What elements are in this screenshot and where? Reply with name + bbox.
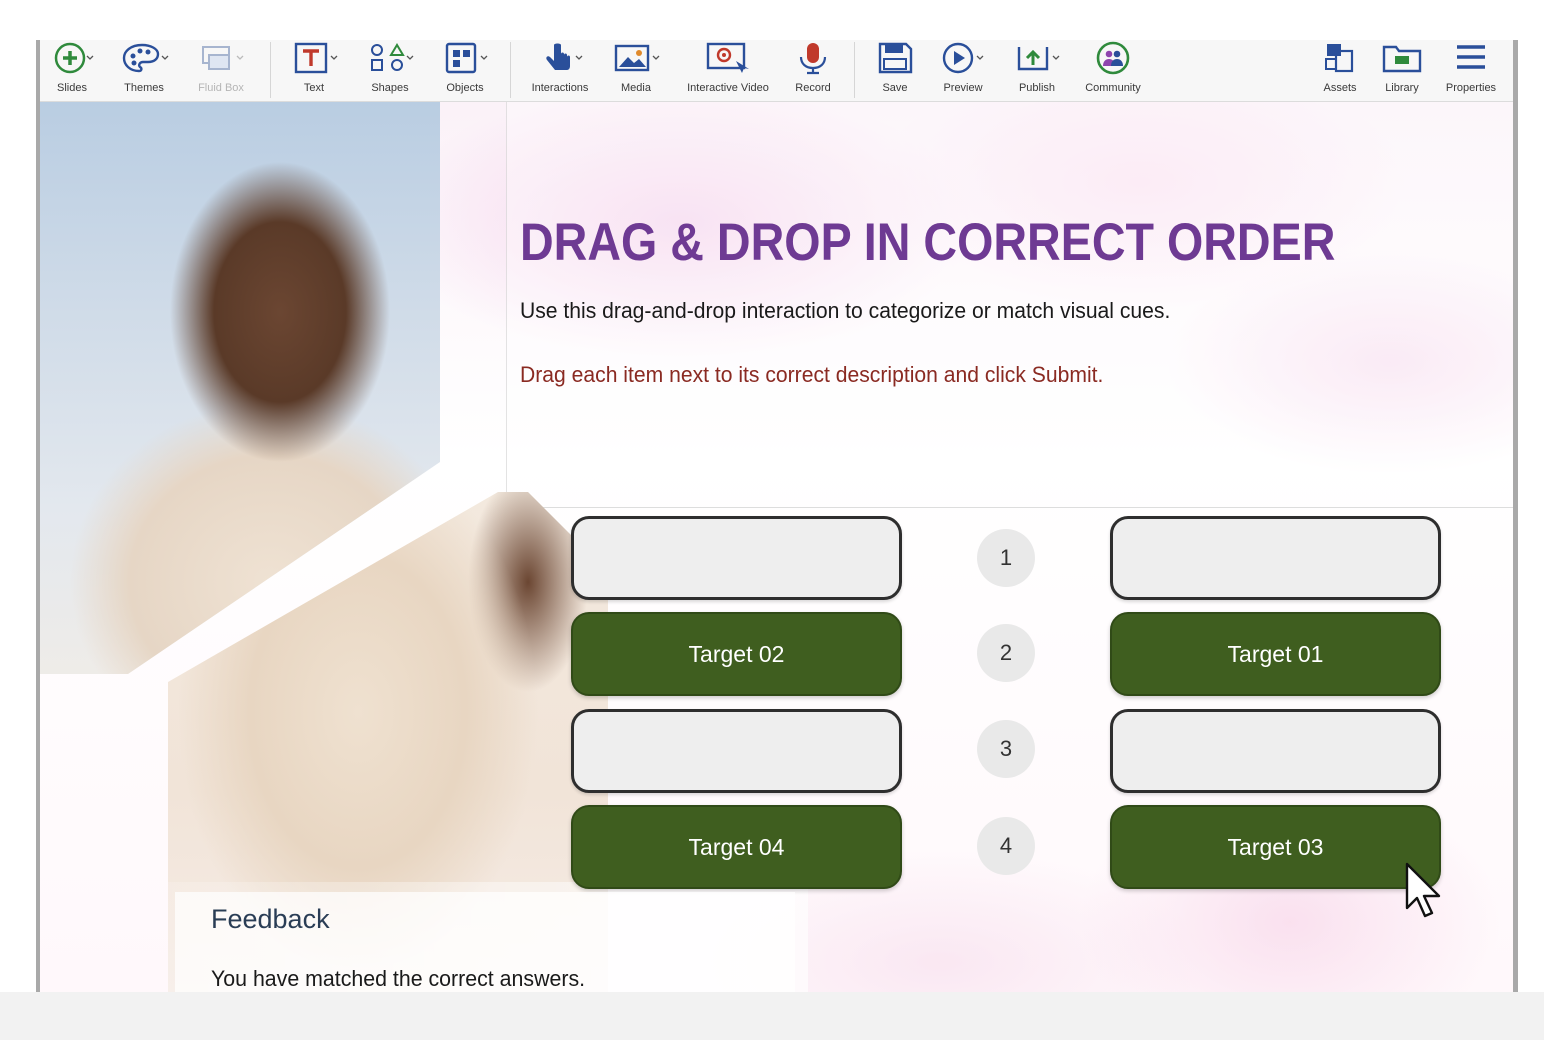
media-button[interactable]: Media (606, 40, 666, 102)
properties-label: Properties (1445, 82, 1497, 94)
order-number-1: 1 (977, 529, 1035, 587)
slide-subtitle: Use this drag-and-drop interaction to ca… (520, 298, 1171, 323)
hand-pointer-icon (534, 40, 586, 76)
community-button[interactable]: Community (1076, 40, 1150, 102)
publish-label: Publish (1018, 82, 1056, 94)
window-frame-right (1513, 40, 1518, 992)
record-label: Record (795, 82, 831, 94)
library-label: Library (1385, 82, 1419, 94)
toolbar-separator (854, 42, 855, 98)
drop-slot-right-1[interactable] (1110, 516, 1441, 600)
text-button[interactable]: Text (284, 40, 344, 102)
save-button[interactable]: Save (866, 40, 924, 102)
order-number-3: 3 (977, 720, 1035, 778)
microphone-icon (787, 40, 839, 76)
slide-title: DRAG & DROP IN CORRECT ORDER (520, 213, 1336, 272)
order-number-4: 4 (977, 817, 1035, 875)
objects-icon (439, 40, 491, 76)
objects-button[interactable]: Objects (434, 40, 496, 102)
drag-item-target-03[interactable]: Target 03 (1110, 805, 1441, 889)
drop-slot-right-3[interactable] (1110, 709, 1441, 793)
drop-slot-left-1[interactable] (571, 516, 902, 600)
slides-button[interactable]: Slides (44, 40, 100, 102)
interactions-label: Interactions (531, 82, 589, 94)
preview-label: Preview (943, 82, 983, 94)
assets-button[interactable]: Assets (1312, 40, 1368, 102)
slide-instruction: Drag each item next to its correct descr… (520, 362, 1104, 387)
toolbar-separator (270, 42, 271, 98)
text-label: Text (303, 82, 325, 94)
assets-icon (1314, 40, 1366, 76)
record-button[interactable]: Record (784, 40, 842, 102)
save-label: Save (882, 82, 908, 94)
toolbar-separator (510, 42, 511, 98)
interactive-video-icon (702, 40, 754, 76)
slides-label: Slides (57, 82, 87, 94)
publish-button[interactable]: Publish (1006, 40, 1068, 102)
slide-canvas: DRAG & DROP IN CORRECT ORDER Use this dr… (40, 102, 1513, 992)
shapes-button[interactable]: Shapes (360, 40, 420, 102)
text-icon (288, 40, 340, 76)
floppy-disk-icon (869, 40, 921, 76)
publish-icon (1011, 40, 1063, 76)
drag-item-target-01[interactable]: Target 01 (1110, 612, 1441, 696)
interactive-video-label: Interactive Video (687, 82, 769, 94)
ribbon-toolbar: Slides Themes Fluid Box Text Shapes Obje… (40, 40, 1513, 102)
community-icon (1087, 40, 1139, 76)
fluid-box-label: Fluid Box (198, 82, 244, 94)
assets-label: Assets (1323, 82, 1357, 94)
fluid-box-icon (195, 40, 247, 76)
image-icon (610, 40, 662, 76)
app-window: Slides Themes Fluid Box Text Shapes Obje… (0, 0, 1544, 992)
properties-button[interactable]: Properties (1438, 40, 1504, 102)
library-button[interactable]: Library (1374, 40, 1430, 102)
hamburger-menu-icon (1445, 40, 1497, 76)
order-number-2: 2 (977, 624, 1035, 682)
mouse-pointer-icon (1405, 862, 1445, 920)
drag-item-target-04[interactable]: Target 04 (571, 805, 902, 889)
fluid-box-button[interactable]: Fluid Box (188, 40, 254, 102)
plus-circle-icon (46, 40, 98, 76)
interactive-video-button[interactable]: Interactive Video (676, 40, 780, 102)
feedback-title: Feedback (211, 904, 330, 934)
objects-label: Objects (446, 82, 484, 94)
library-icon (1376, 40, 1428, 76)
community-label: Community (1085, 82, 1141, 94)
preview-button[interactable]: Preview (932, 40, 994, 102)
themes-button[interactable]: Themes (112, 40, 176, 102)
palette-icon (118, 40, 170, 76)
drop-slot-left-3[interactable] (571, 709, 902, 793)
play-circle-icon (937, 40, 989, 76)
shapes-label: Shapes (371, 82, 409, 94)
feedback-text: You have matched the correct answers. (211, 966, 586, 991)
themes-label: Themes (124, 82, 164, 94)
interactions-button[interactable]: Interactions (520, 40, 600, 102)
media-label: Media (621, 82, 651, 94)
drag-item-target-02[interactable]: Target 02 (571, 612, 902, 696)
shapes-icon (364, 40, 416, 76)
